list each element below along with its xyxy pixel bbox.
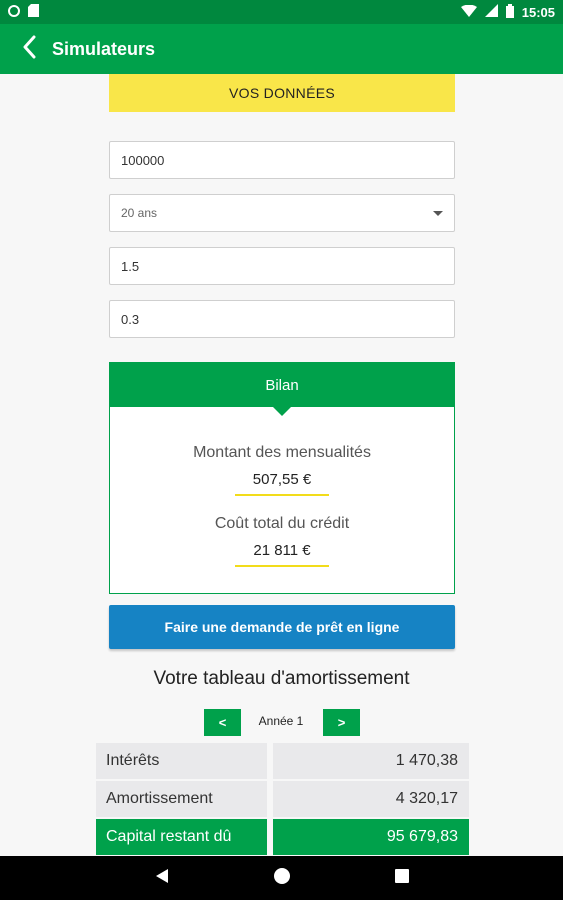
battery-icon bbox=[505, 3, 514, 21]
sd-card-icon bbox=[28, 4, 39, 20]
circle-home-icon bbox=[274, 867, 290, 889]
loan-amount-field[interactable] bbox=[109, 141, 455, 179]
back-nav-button[interactable] bbox=[132, 856, 192, 900]
square-recents-icon bbox=[395, 868, 409, 888]
row-label-amortissement: Amortissement bbox=[96, 781, 267, 817]
bilan-title: Bilan bbox=[265, 376, 299, 394]
loan-amount-input[interactable] bbox=[121, 152, 443, 168]
insurance-input[interactable] bbox=[121, 311, 443, 327]
amortization-title: Votre tableau d'amortissement bbox=[153, 668, 410, 689]
wifi-icon bbox=[460, 4, 477, 20]
row-label-capital: Capital restant dû bbox=[96, 819, 267, 855]
system-nav-bar bbox=[0, 856, 563, 900]
app-bar: Simulateurs bbox=[0, 24, 563, 74]
signal-icon bbox=[484, 4, 498, 20]
bilan-notch bbox=[272, 406, 292, 416]
bilan-header: Bilan bbox=[110, 363, 454, 416]
year-label: Année 1 bbox=[258, 714, 304, 728]
triangle-back-icon bbox=[155, 868, 169, 889]
loan-request-button[interactable]: Faire une demande de prêt en ligne bbox=[109, 605, 455, 649]
row-value-capital: 95 679,83 bbox=[273, 819, 469, 855]
recents-nav-button[interactable] bbox=[372, 856, 432, 900]
row-label-interets: Intérêts bbox=[96, 743, 267, 779]
row-value-amortissement: 4 320,17 bbox=[273, 781, 469, 817]
duration-value: 20 ans bbox=[121, 206, 158, 220]
notification-icon bbox=[8, 4, 20, 20]
monthly-label: Montant des mensualités bbox=[193, 444, 371, 461]
bilan-card: Bilan Montant des mensualités 507,55 € C… bbox=[109, 362, 455, 594]
rate-input[interactable] bbox=[121, 258, 443, 274]
cost-value: 21 811 € bbox=[235, 542, 329, 567]
section-banner: VOS DONNÉES bbox=[109, 74, 455, 112]
cost-label: Coût total du crédit bbox=[214, 515, 350, 532]
previous-year-button[interactable]: < bbox=[204, 709, 241, 736]
insurance-field[interactable] bbox=[109, 300, 455, 338]
back-button[interactable] bbox=[14, 34, 44, 64]
status-time: 15:05 bbox=[521, 4, 555, 20]
rate-field[interactable] bbox=[109, 247, 455, 285]
back-arrow-icon bbox=[22, 35, 36, 64]
row-value-interets: 1 470,38 bbox=[273, 743, 469, 779]
dropdown-arrow-icon bbox=[433, 210, 443, 216]
status-bar: 15:05 bbox=[0, 0, 563, 24]
duration-select[interactable]: 20 ans bbox=[109, 194, 455, 232]
app-title: Simulateurs bbox=[52, 38, 156, 59]
home-nav-button[interactable] bbox=[252, 856, 312, 900]
monthly-value: 507,55 € bbox=[235, 471, 329, 496]
next-year-button[interactable]: > bbox=[323, 709, 360, 736]
